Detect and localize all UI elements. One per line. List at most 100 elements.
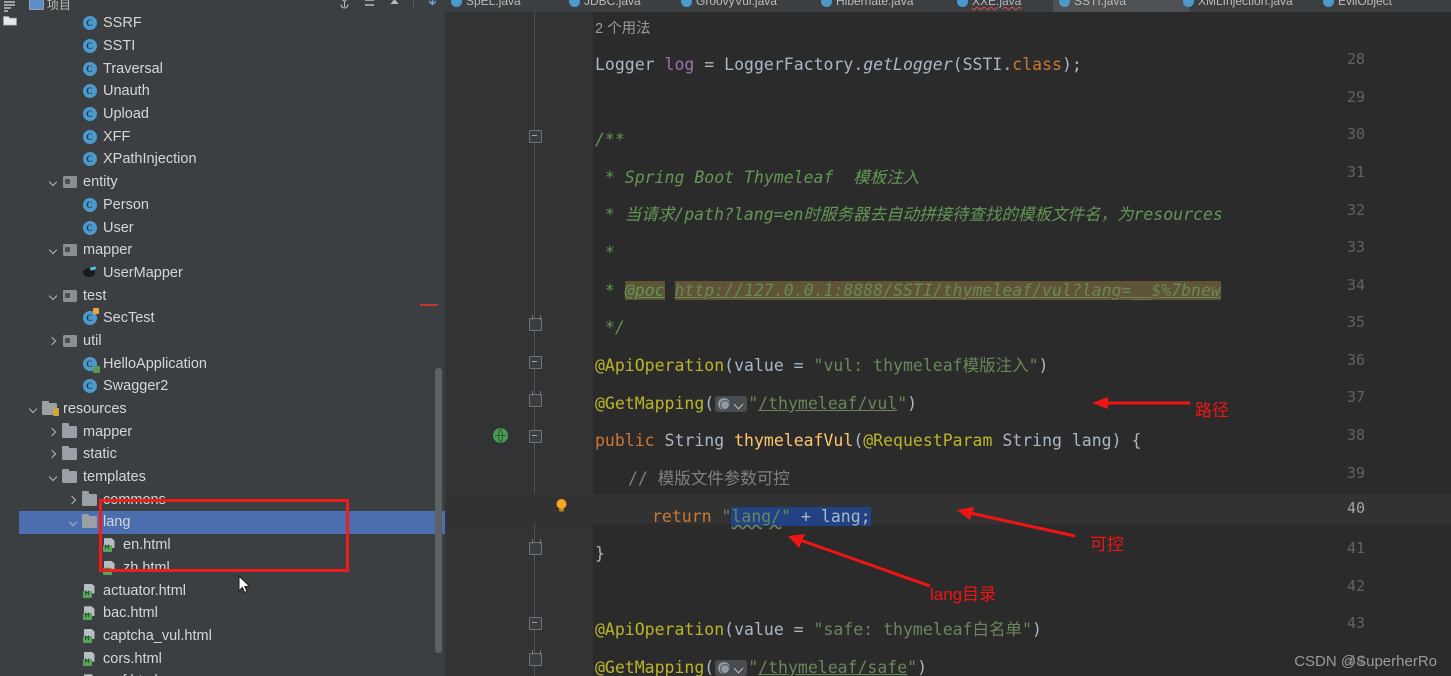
- chevron-open-icon[interactable]: [27, 403, 40, 416]
- tree-item-person[interactable]: C Person: [19, 194, 445, 217]
- tree-item-label: User: [103, 219, 134, 236]
- java-file-icon: [1323, 0, 1334, 7]
- tree-item-static[interactable]: static: [19, 443, 445, 466]
- code-line-43: @ApiOperation(value = "safe: thymeleaf白名…: [595, 620, 1042, 639]
- project-panel-toolbar: [338, 0, 439, 9]
- fold-marker-44[interactable]: [529, 650, 542, 666]
- tree-item-captcha-vul-html[interactable]: captcha_vul.html: [19, 625, 445, 648]
- tree-item-traversal[interactable]: C Traversal: [19, 57, 445, 80]
- tree-item-bac-html[interactable]: bac.html: [19, 602, 445, 625]
- editor-tab-jdbc-java[interactable]: JDBC.java: [563, 0, 687, 12]
- tree-item-xpathinjection[interactable]: C XPathInjection: [19, 148, 445, 171]
- chevron-closed-icon[interactable]: [47, 334, 60, 347]
- java-class-icon: C: [82, 220, 97, 235]
- project-files-icon[interactable]: [2, 14, 17, 27]
- tree-item-label: SSTI: [103, 38, 136, 55]
- tree-item-actuator-html[interactable]: actuator.html: [19, 579, 445, 602]
- anchor-icon[interactable]: [338, 0, 351, 9]
- tree-item-util[interactable]: util: [19, 330, 445, 353]
- editor-tab-xxe-java[interactable]: XXE.java: [951, 0, 1065, 12]
- tree-item-csrf-html[interactable]: csrf.html: [19, 670, 445, 676]
- java-runnable-class-icon: C: [82, 356, 100, 373]
- fold-marker-43[interactable]: [529, 617, 542, 630]
- fold-marker-36[interactable]: [529, 356, 542, 369]
- tree-item-unauth[interactable]: C Unauth: [19, 80, 445, 103]
- annotation-lang-dir: lang目录: [930, 585, 997, 604]
- chevron-closed-icon[interactable]: [67, 493, 80, 506]
- settings-icon[interactable]: [426, 0, 439, 9]
- java-file-icon: [569, 0, 580, 7]
- tree-item-label: bac.html: [103, 605, 158, 622]
- tree-item-resources[interactable]: resources: [19, 398, 445, 421]
- fold-marker-30[interactable]: [529, 130, 542, 143]
- editor-tab-hibernate-java[interactable]: Hibernate.java: [815, 0, 963, 12]
- chevron-closed-icon[interactable]: [47, 448, 60, 461]
- structure-tool-icon[interactable]: [2, 0, 17, 13]
- code-content[interactable]: 2 个用法 Logger log = LoggerFactory.getLogg…: [593, 12, 1451, 676]
- resources-root-icon: [42, 400, 59, 417]
- fold-marker-41[interactable]: [529, 539, 542, 555]
- editor-tab-bar[interactable]: SpEL.java JDBC.java GroovyVul.java Hibernat…: [445, 0, 1451, 12]
- tree-item-test[interactable]: test: [19, 284, 445, 307]
- tree-item-usermapper[interactable]: UserMapper: [19, 262, 445, 285]
- chevron-open-icon[interactable]: [47, 471, 60, 484]
- tree-item-cors-html[interactable]: cors.html: [19, 647, 445, 670]
- tree-item-entity[interactable]: entity: [19, 171, 445, 194]
- tree-item-mapper[interactable]: mapper: [19, 239, 445, 262]
- java-class-icon: C: [82, 197, 97, 212]
- project-tree[interactable]: C SSRF C SSTI C Traversal C Unauth C Upload C XFF C X…: [19, 12, 445, 676]
- package-icon: [62, 176, 77, 189]
- code-vision-usages[interactable]: 2 个用法: [595, 18, 651, 40]
- project-tree-scrollbar[interactable]: [435, 368, 442, 653]
- chevron-open-icon[interactable]: [47, 289, 60, 302]
- editor-gutter[interactable]: [445, 12, 593, 676]
- java-file-icon: [451, 0, 462, 7]
- tree-item-commons[interactable]: commons: [19, 488, 445, 511]
- tree-item-en-html[interactable]: en.html: [19, 534, 445, 557]
- chevron-open-icon[interactable]: [47, 244, 60, 257]
- package-icon: [62, 289, 77, 302]
- annotation-path: 路径: [1195, 401, 1229, 420]
- tree-item-ssrf[interactable]: C SSRF: [19, 12, 445, 35]
- java-class-icon: C: [82, 107, 97, 122]
- fold-marker-35[interactable]: [529, 315, 542, 331]
- intention-bulb-icon[interactable]: [555, 498, 568, 513]
- web-endpoint-icon-2[interactable]: [715, 660, 748, 676]
- tree-item-xff[interactable]: C XFF: [19, 125, 445, 148]
- tree-item-swagger2[interactable]: C Swagger2: [19, 375, 445, 398]
- html-file-icon: [82, 584, 97, 598]
- editor-tab-groovyvul-java[interactable]: GroovyVul.java: [675, 0, 827, 12]
- tree-item-user[interactable]: C User: [19, 216, 445, 239]
- tree-item-templates[interactable]: templates: [19, 466, 445, 489]
- chevron-open-icon[interactable]: [67, 516, 80, 529]
- tree-item-label: Upload: [103, 106, 149, 123]
- java-class-icon: C: [82, 16, 97, 31]
- chevron-open-icon[interactable]: [47, 176, 60, 189]
- fold-marker-38[interactable]: [529, 430, 542, 443]
- editor-tab-spel-java[interactable]: SpEL.java: [445, 0, 575, 12]
- project-window-icon: [29, 0, 44, 10]
- code-line-33: *: [595, 243, 615, 262]
- tree-item-lang[interactable]: lang: [19, 511, 445, 534]
- web-endpoint-icon[interactable]: [715, 396, 748, 412]
- editor-tab-evilobject[interactable]: EvilObject: [1317, 0, 1449, 12]
- tree-item-helloapplication[interactable]: C HelloApplication: [19, 352, 445, 375]
- java-class-icon: C: [82, 152, 97, 167]
- html-file-icon: [102, 538, 117, 553]
- tree-item-label: test: [83, 287, 107, 304]
- run-endpoint-icon[interactable]: [492, 427, 509, 444]
- tree-item-mapper[interactable]: mapper: [19, 420, 445, 443]
- code-line-34: * @poc http://127.0.0.1:8888/SSTI/thymel…: [595, 281, 1221, 300]
- editor-tab-xmlinjection-java[interactable]: XMLInjection.java: [1177, 0, 1329, 12]
- collapse-all-icon[interactable]: [363, 0, 376, 9]
- fold-marker-37[interactable]: [529, 391, 542, 407]
- chevron-closed-icon[interactable]: [47, 425, 60, 438]
- editor-tab-ssti-java[interactable]: SSTI.java: [1053, 0, 1189, 12]
- tree-item-upload[interactable]: C Upload: [19, 103, 445, 126]
- editor-tab-label: EvilObject: [1338, 0, 1393, 8]
- expand-icon[interactable]: [388, 0, 401, 9]
- tree-item-zh-html[interactable]: zh.html: [19, 557, 445, 580]
- tree-item-sectest[interactable]: C SecTest: [19, 307, 445, 330]
- tree-item-ssti[interactable]: C SSTI: [19, 35, 445, 58]
